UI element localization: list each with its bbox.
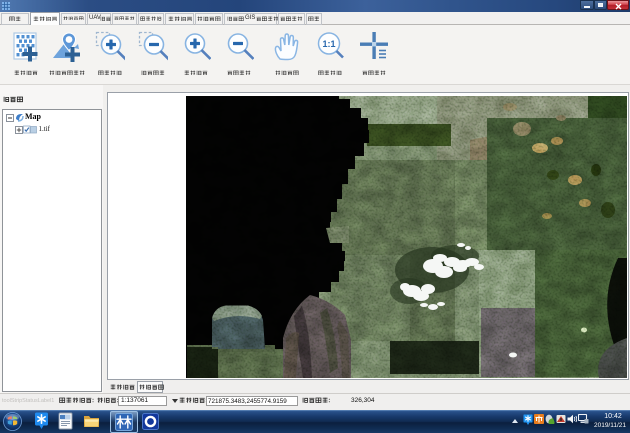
svg-text:1:1: 1:1 <box>322 39 335 49</box>
